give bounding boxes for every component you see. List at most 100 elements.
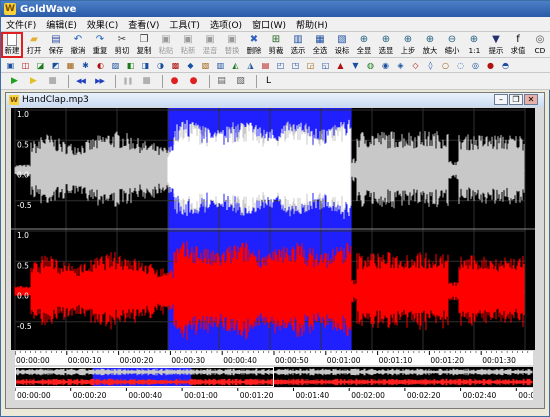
effect-icon[interactable]: ◍ bbox=[364, 59, 377, 72]
effect-icon[interactable]: ◰ bbox=[274, 59, 287, 72]
record-icon[interactable]: ● bbox=[167, 75, 182, 88]
toolbar-button-19[interactable]: ⊕ 放大 bbox=[419, 32, 441, 58]
effect-icon[interactable]: ▼ bbox=[349, 59, 362, 72]
effect-icon[interactable]: ◊ bbox=[424, 59, 437, 72]
toolbar-button-24[interactable]: ◎ CD bbox=[529, 32, 550, 58]
toolbar-button-9[interactable]: ▣ 混音 bbox=[199, 32, 221, 58]
toolbar-label: 全选 bbox=[312, 46, 328, 55]
toolbar-button-13[interactable]: ▥ 选示 bbox=[287, 32, 309, 58]
close-button[interactable]: ✕ bbox=[524, 94, 538, 105]
effect-icon[interactable]: ◨ bbox=[139, 59, 152, 72]
effect-icon[interactable]: ◲ bbox=[304, 59, 317, 72]
menu-item-7[interactable]: 帮助(H) bbox=[291, 18, 333, 31]
menu-item-6[interactable]: 窗口(W) bbox=[247, 18, 291, 31]
toolbar-label: 选示 bbox=[290, 46, 306, 55]
menu-item-4[interactable]: 工具(T) bbox=[164, 18, 205, 31]
toolbar-label: 提示 bbox=[488, 46, 504, 55]
toolbar-button-5[interactable]: ✂ 剪切 bbox=[111, 32, 133, 58]
toolbar-label: 复制 bbox=[136, 46, 152, 55]
overview-time-ruler: 00:00:00 00:00:20 00:00:40 00:01:00 00:01:20… bbox=[15, 388, 533, 400]
menu-item-0[interactable]: 文件(F) bbox=[1, 18, 41, 31]
toolbar-button-14[interactable]: ▦ 全选 bbox=[309, 32, 331, 58]
effect-icon[interactable]: ● bbox=[484, 59, 497, 72]
previous-view-icon: ⊕ bbox=[403, 34, 413, 45]
toolbar-button-8[interactable]: ▣ 粘新 bbox=[177, 32, 199, 58]
properties-icon[interactable]: ▤ bbox=[214, 75, 229, 88]
menu-item-3[interactable]: 查看(V) bbox=[123, 18, 164, 31]
effect-icon[interactable]: ◮ bbox=[244, 59, 257, 72]
toolbar-separator bbox=[209, 74, 210, 88]
fast-forward-icon[interactable]: ▶▶ bbox=[92, 75, 107, 88]
toolbar-button-1[interactable]: ▰ 打开 bbox=[23, 32, 45, 58]
effect-icon[interactable]: ◳ bbox=[289, 59, 302, 72]
time-ruler: 00:00:00 00:00:10 00:00:20 00:00:30 00:00:40… bbox=[15, 351, 533, 365]
effect-icon[interactable]: ▣ bbox=[4, 59, 17, 72]
effect-icon[interactable]: ▲ bbox=[334, 59, 347, 72]
toolbar-button-22[interactable]: ▼ 提示 bbox=[485, 32, 507, 58]
toolbar-button-6[interactable]: ❐ 复制 bbox=[133, 32, 155, 58]
effect-icon[interactable]: ◐ bbox=[94, 59, 107, 72]
restore-button[interactable]: ❐ bbox=[509, 94, 523, 105]
rewind-icon[interactable]: ◀◀ bbox=[73, 75, 88, 88]
toolbar-button-21[interactable]: ⊕ 1:1 bbox=[463, 32, 485, 58]
menu-item-1[interactable]: 编辑(E) bbox=[41, 18, 82, 31]
effect-icon[interactable]: ◑ bbox=[154, 59, 167, 72]
ruler-label: 00:01:00 bbox=[327, 356, 361, 365]
effect-icon[interactable]: ◧ bbox=[124, 59, 137, 72]
effect-icon[interactable]: ▨ bbox=[109, 59, 122, 72]
toolbar-button-11[interactable]: ✖ 删除 bbox=[243, 32, 265, 58]
menu-item-5[interactable]: 选项(O) bbox=[205, 18, 247, 31]
toolbar-button-15[interactable]: ▧ 设标 bbox=[331, 32, 353, 58]
play-icon[interactable]: ▶ bbox=[7, 75, 22, 88]
effect-icon[interactable]: ◌ bbox=[454, 59, 467, 72]
effect-icon[interactable]: ◉ bbox=[379, 59, 392, 72]
toolbar-label: 重复 bbox=[92, 46, 108, 55]
effect-icon[interactable]: ◫ bbox=[19, 59, 32, 72]
stop-icon[interactable]: ■ bbox=[139, 75, 154, 88]
toolbar-button-18[interactable]: ⊕ 上步 bbox=[397, 32, 419, 58]
effect-icon[interactable]: ✱ bbox=[79, 59, 92, 72]
effect-icon[interactable]: ◆ bbox=[184, 59, 197, 72]
ruler-label: 00:00:10 bbox=[68, 356, 102, 365]
toolbar-button-17[interactable]: ⊕ 选显 bbox=[375, 32, 397, 58]
overview-ruler-label: 00:02:20 bbox=[407, 391, 441, 400]
stop-small-icon[interactable]: ■ bbox=[45, 75, 60, 88]
effect-icon[interactable]: ◈ bbox=[394, 59, 407, 72]
effect-icon[interactable]: ◎ bbox=[469, 59, 482, 72]
effect-icon[interactable]: ◇ bbox=[409, 59, 422, 72]
toolbar-label: 设标 bbox=[334, 46, 350, 55]
level-meter-icon[interactable]: L bbox=[261, 75, 276, 88]
play-selection-icon[interactable]: ▶ bbox=[26, 75, 41, 88]
overview-waveform[interactable] bbox=[15, 367, 533, 387]
effect-icon[interactable]: ◪ bbox=[34, 59, 47, 72]
record-selection-icon[interactable]: ● bbox=[186, 75, 201, 88]
toolbar-button-20[interactable]: ⊖ 缩小 bbox=[441, 32, 463, 58]
toolbar-button-16[interactable]: ⊕ 全显 bbox=[353, 32, 375, 58]
minimize-button[interactable]: – bbox=[494, 94, 508, 105]
effect-icon[interactable]: ○ bbox=[439, 59, 452, 72]
effect-icon[interactable]: ◭ bbox=[229, 59, 242, 72]
effect-icon[interactable]: ◩ bbox=[49, 59, 62, 72]
ruler-label: 00:00:00 bbox=[16, 356, 50, 365]
effect-icon[interactable]: ▤ bbox=[259, 59, 272, 72]
effect-icon[interactable]: ▧ bbox=[199, 59, 212, 72]
effect-icon[interactable]: ◓ bbox=[499, 59, 512, 72]
settings-icon[interactable]: ▧ bbox=[233, 75, 248, 88]
toolbar-button-2[interactable]: ▤ 保存 bbox=[45, 32, 67, 58]
effect-icon[interactable]: ▩ bbox=[169, 59, 182, 72]
effect-icon[interactable]: ▥ bbox=[214, 59, 227, 72]
app-title: GoldWave bbox=[20, 3, 77, 15]
toolbar-button-23[interactable]: f 求值 bbox=[507, 32, 529, 58]
pause-icon[interactable]: ❚❚ bbox=[120, 75, 135, 88]
toolbar-button-7[interactable]: ▣ 粘贴 bbox=[155, 32, 177, 58]
effect-icon[interactable]: ▦ bbox=[64, 59, 77, 72]
toolbar-button-0[interactable]: ▯ 新建 bbox=[1, 32, 23, 58]
toolbar-button-12[interactable]: ⊞ 剪裁 bbox=[265, 32, 287, 58]
effect-icon[interactable]: ◱ bbox=[319, 59, 332, 72]
toolbar-button-10[interactable]: ▣ 替换 bbox=[221, 32, 243, 58]
waveform-display[interactable]: 1.0 0.5 0.0 -0.5 1.0 0.5 0.0 -0.5 bbox=[11, 108, 535, 350]
menu-item-2[interactable]: 效果(C) bbox=[82, 18, 123, 31]
toolbar-button-3[interactable]: ↶ 撤消 bbox=[67, 32, 89, 58]
toolbar-button-4[interactable]: ↷ 重复 bbox=[89, 32, 111, 58]
cue-icon: ▼ bbox=[492, 34, 500, 45]
